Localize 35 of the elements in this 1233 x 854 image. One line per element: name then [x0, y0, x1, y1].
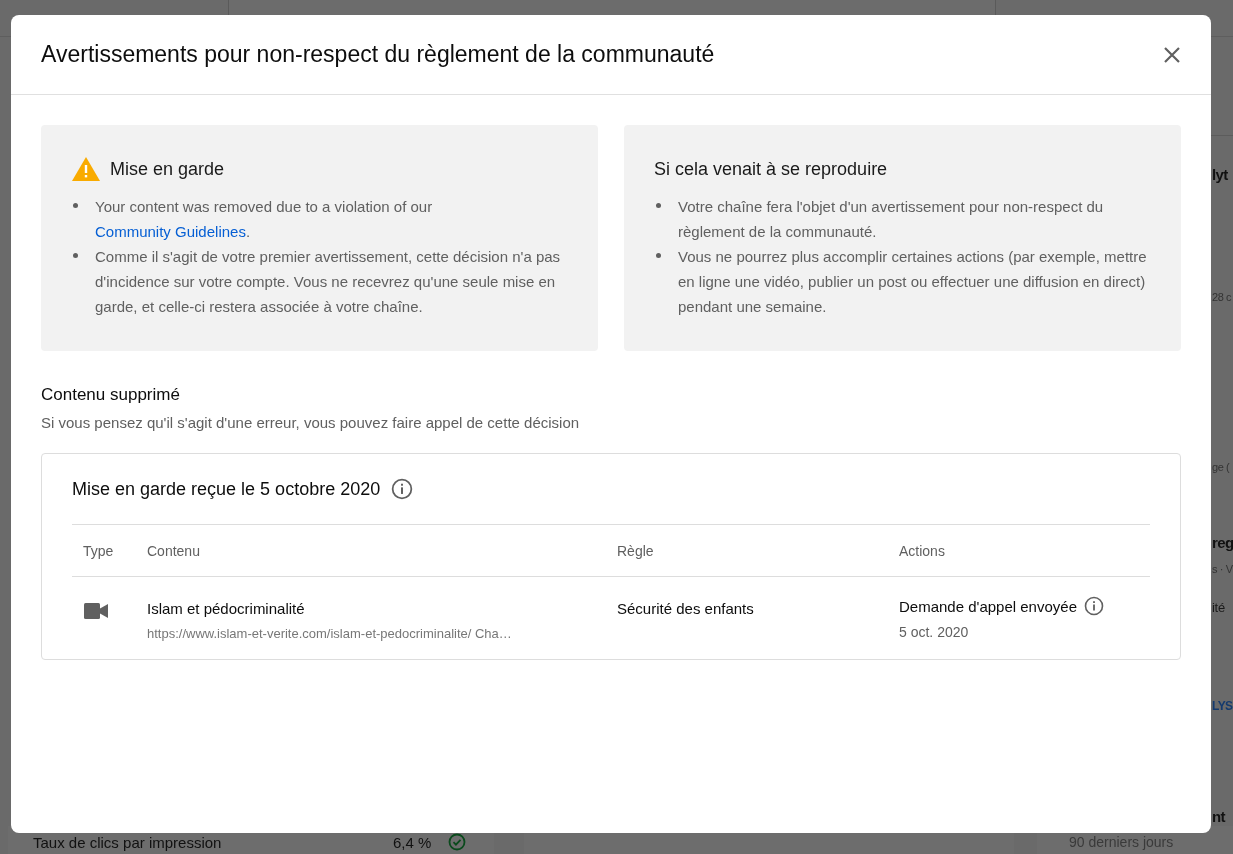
rule-text: Sécurité des enfants: [617, 600, 754, 617]
bullet-icon: [73, 203, 78, 208]
strike-title: Mise en garde reçue le 5 octobre 2020: [72, 478, 381, 500]
column-header: Règle: [617, 542, 655, 559]
bullet-icon: [656, 253, 661, 258]
section-title: Contenu supprimé: [41, 385, 181, 405]
bullet-text: Vous ne pourrez plus accomplir certaines actions (par exemple, mettre en ligne une vidéo, publier un post ou effectuer une diffusion en direct) pendant une semaine.: [678, 247, 1148, 317]
card-title: Mise en garde: [110, 158, 225, 180]
section-subtitle: Si vous pensez qu'il s'agit d'une erreur, vous pouvez faire appel de cette décision: [41, 414, 581, 431]
appeal-date: 5 oct. 2020: [899, 624, 970, 640]
info-icon: [1084, 596, 1104, 616]
heading-text: nt: [1212, 808, 1225, 825]
bullet-text: Votre chaîne fera l'objet d'un avertissement pour non-respect du règlement de la communauté.: [678, 197, 1105, 242]
bullet-text: Comme il s'agit de votre premier avertissement, cette décision n'a pas d'incidence sur votre compte. Vous ne recevrez qu'une seule mise en garde, et celle-ci restera associée à votre chaîne.: [95, 247, 562, 317]
guidelines-link[interactable]: Community Guidelines: [95, 223, 246, 240]
heading-text: reg: [1212, 534, 1233, 551]
close-icon: [1163, 45, 1181, 64]
column-header: Contenu: [147, 542, 201, 559]
info-icon: [391, 478, 414, 500]
bullet-icon: [73, 253, 78, 258]
video-url: https://www.islam-et-verite.com/islam-et-pedocriminalite/ Cha…: [147, 626, 513, 641]
card-title: Si cela venait à se reproduire: [654, 158, 888, 180]
body-text: ité: [1212, 600, 1225, 615]
video-title[interactable]: Islam et pédocriminalité: [147, 600, 617, 617]
video-camera-icon: [84, 603, 108, 619]
column-header: Actions: [899, 542, 946, 559]
appeal-status: Demande d'appel envoyée: [899, 597, 1077, 615]
column-header: Type: [82, 542, 115, 559]
metric-label: Taux de clics par impression: [33, 834, 223, 851]
bullet-text: Your content was removed due to a violation of our Community Guidelines.: [95, 197, 434, 242]
metric-value: 6,4 %: [393, 834, 433, 851]
warning-icon: [71, 156, 101, 182]
bullet-icon: [656, 203, 661, 208]
dialog-title: Avertissements pour non-respect du règlement de la communauté: [41, 41, 715, 68]
heading-text: lyt: [1212, 166, 1228, 183]
